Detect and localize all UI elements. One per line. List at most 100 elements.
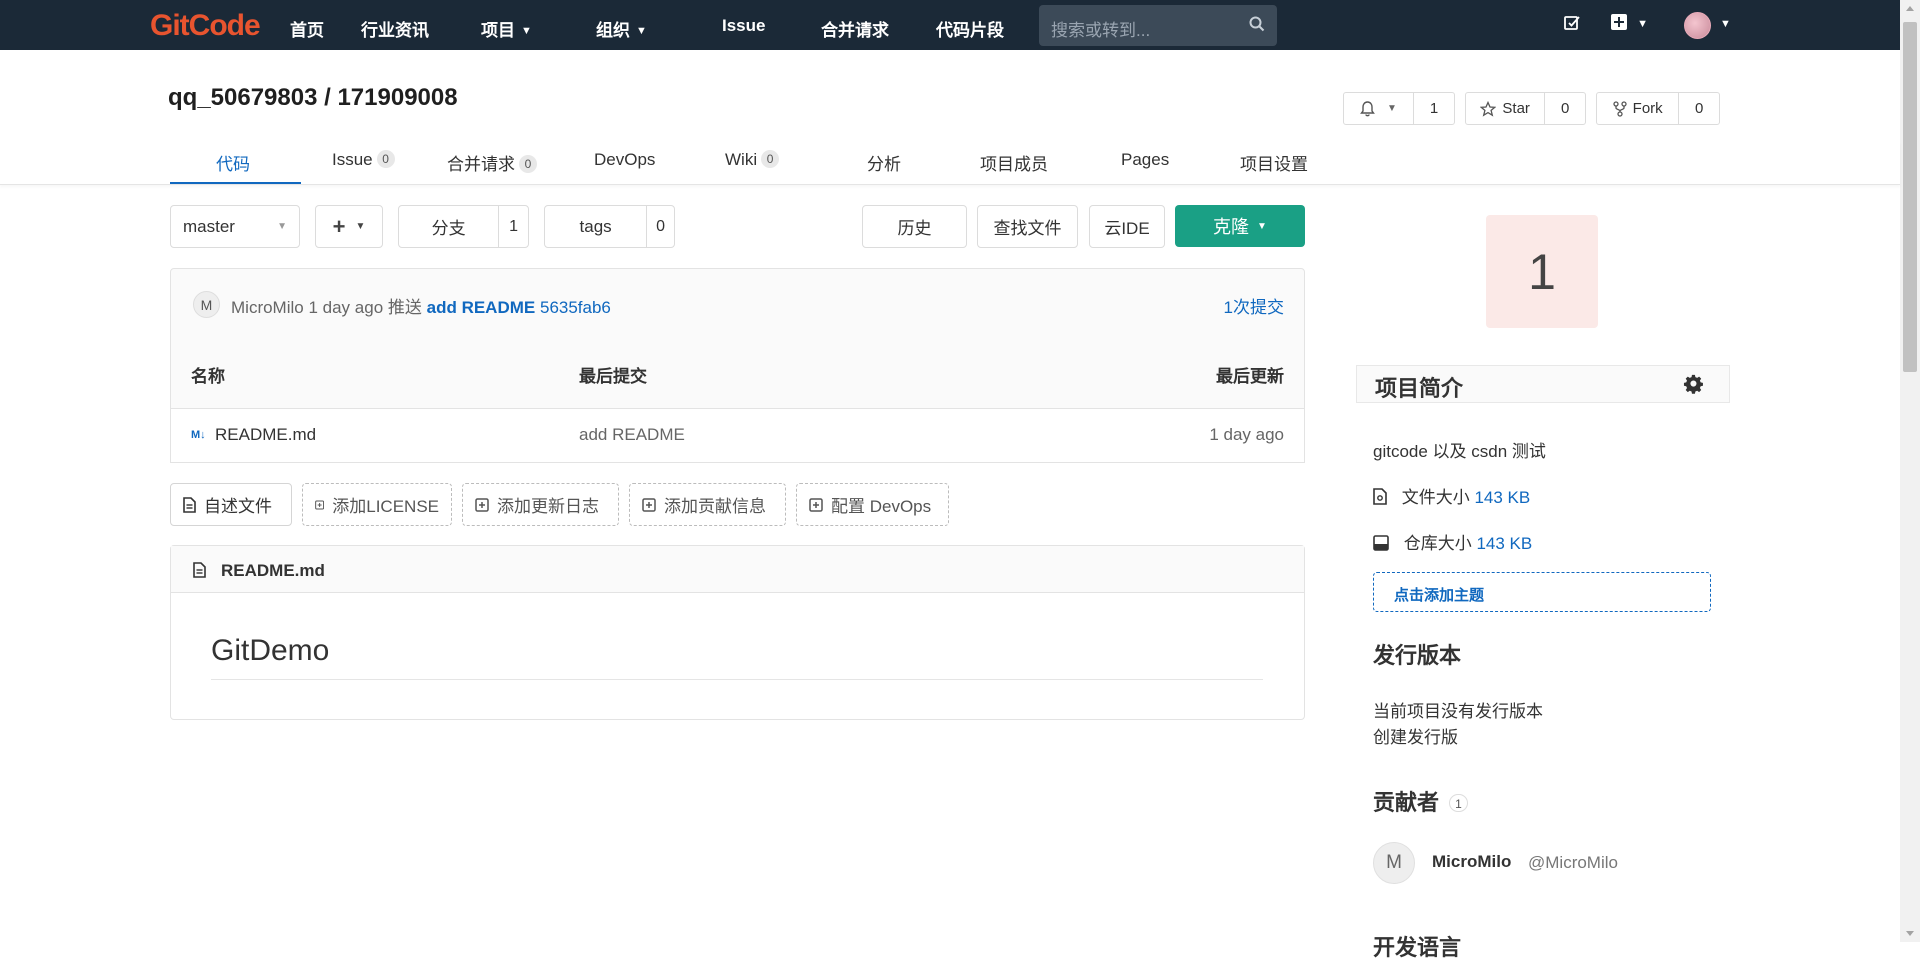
plus-square-icon — [315, 500, 325, 509]
commit-message-link[interactable]: add README — [427, 298, 536, 317]
contributor-avatar[interactable]: M — [1373, 842, 1415, 884]
repo-title[interactable]: qq_50679803 / 171909008 — [168, 84, 458, 112]
chevron-down-icon: ▼ — [521, 25, 532, 37]
tab-wiki[interactable]: Wiki 0 — [725, 150, 780, 170]
fork-button-group[interactable]: Fork 0 — [1596, 92, 1720, 125]
branches-button[interactable]: 分支 1 — [398, 205, 529, 248]
contributor-name[interactable]: MicroMilo — [1432, 852, 1511, 872]
project-description: gitcode 以及 csdn 测试 — [1373, 442, 1546, 461]
repo-size-row: 仓库大小 143 KB — [1373, 529, 1532, 554]
tab-pages[interactable]: Pages — [1121, 150, 1169, 170]
project-tabs — [0, 142, 1900, 185]
nav-home[interactable]: 首页 — [290, 16, 324, 41]
notification-toggle[interactable]: ▼ — [1344, 93, 1414, 124]
commit-time: 1 day ago — [308, 298, 384, 317]
page-scrollbar[interactable] — [1900, 0, 1920, 942]
star-count[interactable]: 0 — [1545, 93, 1585, 124]
branch-select[interactable]: master ▼ — [170, 205, 300, 248]
fork-button[interactable]: Fork — [1597, 93, 1680, 124]
file-last-commit-link[interactable]: add README — [579, 425, 685, 445]
notification-count: 1 — [1429, 100, 1439, 117]
tab-code[interactable]: 代码 — [216, 150, 250, 175]
tab-analytics[interactable]: 分析 — [867, 150, 901, 175]
create-release-link[interactable]: 创建发行版 — [1373, 723, 1458, 748]
contributors-title: 贡献者 1 — [1373, 785, 1468, 817]
readme-heading: GitDemo — [211, 634, 330, 667]
chevron-down-icon: ▼ — [1387, 103, 1397, 114]
tags-button[interactable]: tags 0 — [544, 205, 675, 248]
column-header-last-commit: 最后提交 — [579, 367, 647, 386]
readme-button[interactable]: 自述文件 — [170, 483, 292, 526]
tab-issue-badge: 0 — [376, 150, 395, 168]
commit-author[interactable]: MicroMilo — [231, 298, 304, 317]
file-size-label: 文件大小 — [1401, 488, 1470, 507]
search-icon[interactable] — [1249, 16, 1265, 37]
chevron-down-icon: ▼ — [277, 221, 287, 232]
search-placeholder: 搜索或转到... — [1051, 21, 1151, 40]
column-header-last-update: 最后更新 — [1216, 367, 1284, 386]
search-input[interactable]: 搜索或转到... — [1039, 5, 1277, 46]
find-file-button[interactable]: 查找文件 — [977, 205, 1078, 248]
readme-button-label: 自述文件 — [204, 497, 272, 516]
contributors-count-badge: 1 — [1449, 794, 1468, 812]
file-name-link[interactable]: README.md — [215, 425, 316, 445]
user-avatar[interactable] — [1684, 12, 1711, 39]
clone-button[interactable]: 克隆 ▼ — [1175, 205, 1305, 247]
scroll-down-arrow[interactable] — [1906, 931, 1914, 936]
star-button-group[interactable]: Star 0 — [1465, 92, 1586, 125]
chevron-down-icon[interactable]: ▼ — [1720, 18, 1731, 30]
file-table: 名称 最后提交 最后更新 M↓ README.md add README 1 d… — [170, 337, 1305, 463]
add-contributing-label: 添加贡献信息 — [664, 497, 766, 516]
file-size-value[interactable]: 143 KB — [1474, 488, 1530, 507]
nav-merge-requests[interactable]: 合并请求 — [821, 16, 889, 41]
gear-icon[interactable] — [1683, 374, 1705, 396]
storage-icon — [1373, 535, 1389, 551]
plus-square-icon — [642, 497, 656, 512]
repo-size-label: 仓库大小 — [1403, 534, 1472, 553]
nav-industry-news[interactable]: 行业资讯 — [361, 16, 429, 41]
scroll-up-arrow[interactable] — [1906, 6, 1914, 11]
add-dropdown-button[interactable]: + ▼ — [315, 205, 383, 248]
commit-summary: MicroMilo 1 day ago 推送 add README 5635fa… — [231, 293, 611, 318]
repo-size-value[interactable]: 143 KB — [1476, 534, 1532, 553]
nav-groups[interactable]: 组织 ▼ — [596, 16, 647, 41]
gitcode-logo[interactable]: GitCode — [150, 9, 261, 43]
last-commit-bar: M MicroMilo 1 day ago 推送 add README 5635… — [170, 268, 1305, 338]
commit-author-avatar[interactable]: M — [193, 291, 220, 318]
add-license-button[interactable]: 添加LICENSE — [302, 483, 452, 526]
tab-devops[interactable]: DevOps — [594, 150, 655, 170]
add-changelog-button[interactable]: 添加更新日志 — [462, 483, 619, 526]
tab-merge-requests[interactable]: 合并请求 0 — [447, 150, 537, 175]
top-navbar: GitCode 首页 行业资讯 项目 ▼ 组织 ▼ Issue 合并请求 代码片段 … — [0, 0, 1900, 50]
configure-devops-button[interactable]: 配置 DevOps — [796, 483, 949, 526]
cloud-ide-button[interactable]: 云IDE — [1089, 205, 1165, 248]
nav-projects-label: 项目 — [481, 21, 515, 40]
project-avatar: 1 — [1486, 215, 1598, 328]
commit-count-link[interactable]: 1次提交 — [1224, 293, 1284, 318]
plus-icon: + — [332, 213, 346, 239]
scroll-thumb[interactable] — [1903, 22, 1917, 372]
tab-issue[interactable]: Issue 0 — [332, 150, 395, 170]
add-topic-button[interactable]: 点击添加主题 — [1373, 572, 1711, 612]
releases-title: 发行版本 — [1373, 643, 1462, 668]
history-button[interactable]: 历史 — [862, 205, 967, 248]
nav-snippets[interactable]: 代码片段 — [936, 16, 1004, 41]
todo-icon[interactable] — [1563, 14, 1581, 36]
commit-sha-link[interactable]: 5635fab6 — [540, 298, 611, 317]
create-new-button[interactable]: ▼ — [1611, 14, 1648, 34]
add-contributing-button[interactable]: 添加贡献信息 — [629, 483, 786, 526]
nav-issue[interactable]: Issue — [722, 16, 765, 36]
file-updated-time: 1 day ago — [1209, 425, 1284, 444]
readme-filename[interactable]: README.md — [221, 561, 325, 581]
tab-settings[interactable]: 项目设置 — [1240, 150, 1308, 175]
add-license-label: 添加LICENSE — [332, 497, 439, 516]
fork-count[interactable]: 0 — [1679, 93, 1719, 124]
notification-button-group[interactable]: ▼ 1 — [1343, 92, 1455, 125]
star-button[interactable]: Star — [1466, 93, 1546, 124]
nav-groups-label: 组织 — [596, 21, 630, 40]
nav-projects[interactable]: 项目 ▼ — [481, 16, 532, 41]
tab-members[interactable]: 项目成员 — [980, 150, 1048, 175]
languages-title-partial: 开发语言 — [1373, 935, 1462, 960]
chevron-down-icon: ▼ — [636, 25, 647, 37]
add-changelog-label: 添加更新日志 — [497, 497, 599, 516]
